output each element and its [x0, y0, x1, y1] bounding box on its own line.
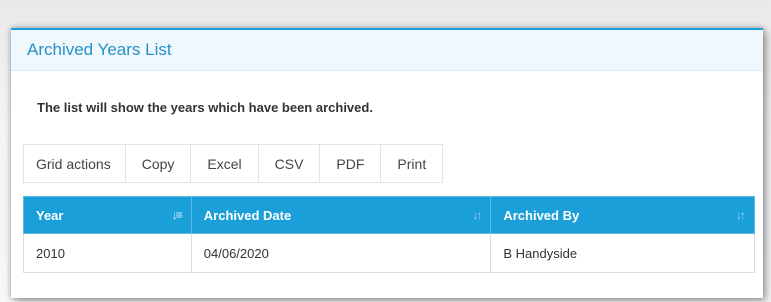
cell-archived-date: 04/06/2020 — [190, 233, 492, 273]
archived-years-panel: Archived Years List The list will show t… — [11, 28, 763, 298]
sort-icon: ↓↑ — [736, 208, 746, 222]
column-header-label: Year — [36, 207, 64, 223]
copy-button[interactable]: Copy — [126, 145, 192, 182]
excel-button[interactable]: Excel — [191, 145, 259, 182]
panel-header: Archived Years List — [11, 30, 763, 71]
panel-title: Archived Years List — [27, 40, 172, 59]
column-header-archived-date[interactable]: Archived Date ↓↑ — [190, 196, 492, 234]
sort-icon: ↓↑ — [472, 208, 482, 222]
grid-actions-label: Grid actions — [24, 145, 126, 182]
column-header-label: Archived By — [503, 207, 580, 223]
cell-archived-by: B Handyside — [490, 233, 755, 273]
table-row[interactable]: 2010 04/06/2020 B Handyside — [23, 233, 755, 273]
cell-year: 2010 — [23, 233, 192, 273]
table-header-row: Year ↓≡ Archived Date ↓↑ Archived By ↓↑ — [23, 196, 755, 234]
archived-years-table: Year ↓≡ Archived Date ↓↑ Archived By ↓↑ … — [23, 196, 755, 273]
column-header-archived-by[interactable]: Archived By ↓↑ — [490, 196, 755, 234]
grid-actions-toolbar: Grid actions Copy Excel CSV PDF Print — [23, 144, 444, 183]
column-header-year[interactable]: Year ↓≡ — [23, 196, 192, 234]
column-header-label: Archived Date — [203, 207, 292, 223]
print-button[interactable]: Print — [381, 145, 442, 182]
panel-description: The list will show the years which have … — [37, 100, 373, 115]
pdf-button[interactable]: PDF — [320, 145, 382, 182]
csv-button[interactable]: CSV — [259, 145, 321, 182]
sort-ascending-icon: ↓≡ — [171, 208, 183, 222]
